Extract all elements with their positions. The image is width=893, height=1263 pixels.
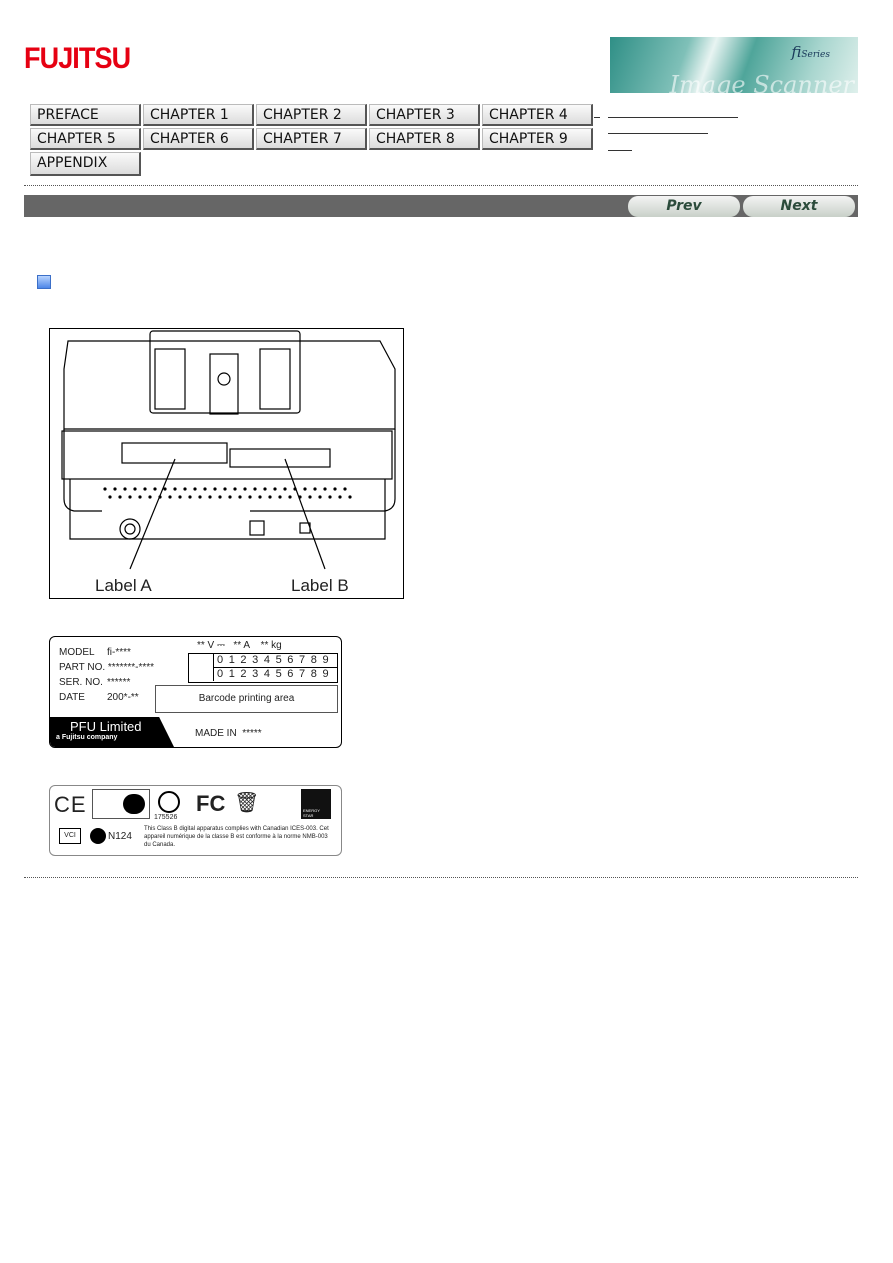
digit-row-1: 0123456789 (213, 654, 337, 668)
label-a-caption: Label A (95, 576, 152, 595)
nav-button-chapter-4[interactable]: CHAPTER 4 (482, 104, 593, 126)
company-name: PFU Limited (70, 719, 142, 734)
nav-button-chapter-6[interactable]: CHAPTER 6 (143, 128, 254, 150)
part-label: PART NO. (59, 662, 106, 673)
n124-text: N124 (108, 831, 132, 842)
scanner-drawing (61, 330, 396, 570)
date-value: 200*-** (107, 692, 139, 703)
nav-button-chapter-9[interactable]: CHAPTER 9 (482, 128, 593, 150)
c-tick-mark-icon (90, 828, 106, 844)
nav-button-chapter-3[interactable]: CHAPTER 3 (369, 104, 480, 126)
scanner-back-figure: Label A Label B (49, 328, 404, 599)
energy-star-icon: ENERGY STAR (301, 789, 331, 819)
certification-label: CE 175526 FC 🗑 ENERGY STAR VCI N124 This… (49, 785, 342, 856)
digit-row-2: 0123456789 (213, 668, 337, 681)
series-suffix: Series (801, 50, 830, 60)
serial-label: SER. NO. (59, 677, 103, 688)
company-sub: a Fujitsu company (56, 734, 118, 741)
nav-button-preface[interactable]: PREFACE (30, 104, 141, 126)
divider (594, 117, 600, 118)
fcc-mark-icon: FC (196, 791, 226, 816)
weee-bin-icon: 🗑 (234, 792, 260, 814)
section-bullet-icon (37, 275, 51, 289)
nav-button-chapter-1[interactable]: CHAPTER 1 (143, 104, 254, 126)
serial-value: ****** (107, 677, 131, 688)
nav-button-chapter-5[interactable]: CHAPTER 5 (30, 128, 141, 150)
link-3[interactable] (608, 150, 632, 151)
nav-button-chapter-7[interactable]: CHAPTER 7 (256, 128, 367, 150)
ce-mark-icon: CE (54, 792, 87, 817)
ratings: ** V ⎓ ** A ** kg (197, 640, 282, 651)
label-fields: MODEL fi-**** PART NO. *******-**** SER. … (59, 645, 154, 705)
fujitsu-logo: FUJITSU (24, 42, 131, 75)
banner-tagline: Image Scanner (669, 71, 854, 93)
model-value: fi-**** (107, 647, 131, 658)
nav-button-chapter-8[interactable]: CHAPTER 8 (369, 128, 480, 150)
csa-mark-icon (158, 791, 180, 813)
fi-series-banner: fiSeries Image Scanner (610, 37, 858, 93)
series-name: fi (791, 43, 802, 61)
vci-mark-icon: VCI (59, 828, 81, 844)
csa-number: 175526 (154, 814, 178, 821)
nav-button-chapter-2[interactable]: CHAPTER 2 (256, 104, 367, 126)
ices-compliance-text: This Class B digital apparatus complies … (144, 826, 329, 848)
made-in: MADE IN ***** (195, 728, 262, 739)
link-1[interactable] (608, 117, 738, 118)
link-2[interactable] (608, 133, 708, 134)
barcode-area: Barcode printing area (155, 685, 338, 713)
next-button[interactable]: Next (743, 196, 855, 217)
date-label: DATE (59, 692, 85, 703)
digit-grid: 0123456789 0123456789 (188, 653, 338, 683)
product-label-sticker: MODEL fi-**** PART NO. *******-**** SER. … (49, 636, 342, 748)
energy-star-text: ENERGY STAR (303, 808, 320, 818)
tuv-gs-mark-icon (92, 789, 150, 819)
divider (24, 185, 858, 186)
part-value: *******-**** (107, 662, 155, 673)
label-b-caption: Label B (291, 576, 349, 595)
nav-button-appendix[interactable]: APPENDIX (30, 152, 141, 176)
divider (24, 877, 858, 878)
model-label: MODEL (59, 647, 95, 658)
company-block: PFU Limited a Fujitsu company (50, 717, 174, 747)
prev-button[interactable]: Prev (628, 196, 740, 217)
